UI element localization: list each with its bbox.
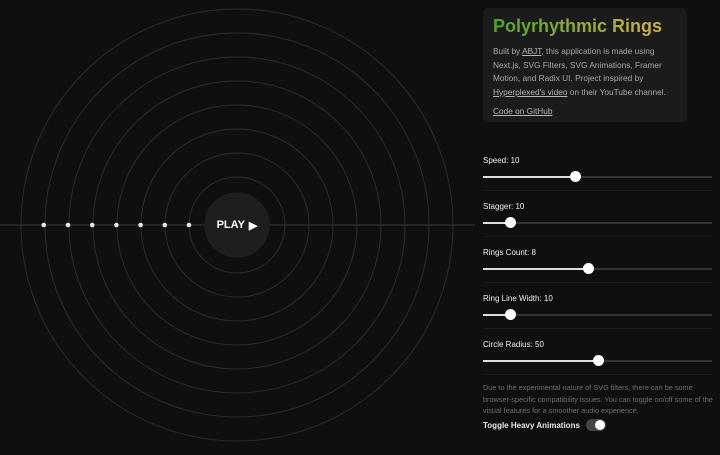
- slider-fill: [483, 360, 598, 362]
- slider-label: Rings Count: 8: [483, 248, 536, 257]
- divider: [483, 236, 712, 237]
- compatibility-note: Due to the experimental nature of SVG fi…: [483, 383, 713, 415]
- play-label: PLAY: [216, 219, 245, 231]
- divider: [483, 328, 712, 329]
- slider-track[interactable]: [483, 355, 712, 366]
- divider: [483, 282, 712, 283]
- ring-dot: [186, 222, 192, 228]
- author-link[interactable]: ABJT: [522, 46, 541, 56]
- desc-text: Built by: [493, 46, 523, 56]
- slider-control: Rings Count: 8: [483, 248, 712, 274]
- slider-track[interactable]: [483, 309, 712, 320]
- slider-track[interactable]: [483, 171, 712, 182]
- description: Built by ABJT, this application is made …: [493, 45, 677, 99]
- slider-fill: [483, 268, 589, 270]
- ring-dot: [89, 222, 95, 228]
- info-card: Polyrhythmic Rings Built by ABJT, this a…: [483, 8, 687, 122]
- slider-label: Circle Radius: 50: [483, 340, 544, 349]
- heavy-animations-toggle-row: Toggle Heavy Animations: [483, 419, 606, 431]
- slider-thumb[interactable]: [569, 171, 581, 182]
- divider: [483, 374, 712, 375]
- desc-text: on their YouTube channel.: [567, 86, 666, 97]
- slider-thumb[interactable]: [583, 263, 595, 274]
- toggle-label: Toggle Heavy Animations: [483, 420, 580, 430]
- slider-track[interactable]: [483, 217, 712, 228]
- ring-dot: [138, 222, 143, 228]
- slider-thumb[interactable]: [505, 217, 517, 228]
- github-link[interactable]: Code on GitHub: [493, 106, 677, 116]
- play-button[interactable]: PLAY ▶: [205, 193, 269, 257]
- heavy-animations-switch[interactable]: [585, 419, 606, 431]
- ring-dot: [65, 222, 71, 228]
- video-link[interactable]: Hyperplexed's video: [493, 87, 567, 97]
- ring-dot: [114, 222, 119, 228]
- rings-stage: PLAY ▶: [0, 0, 475, 450]
- ring-dot: [41, 222, 47, 228]
- slider-control: Speed: 10: [483, 156, 712, 182]
- divider: [483, 190, 712, 191]
- play-icon: ▶: [248, 219, 258, 232]
- switch-knob: [594, 420, 605, 430]
- slider-label: Speed: 10: [483, 156, 520, 165]
- ring-dot: [162, 222, 168, 228]
- slider-control: Ring Line Width: 10: [483, 294, 712, 320]
- slider-label: Ring Line Width: 10: [483, 294, 553, 303]
- slider-thumb[interactable]: [592, 355, 604, 366]
- slider-label: Stagger: 10: [483, 202, 525, 211]
- slider-control: Circle Radius: 50: [483, 340, 712, 366]
- app-title: Polyrhythmic Rings: [493, 16, 677, 37]
- slider-fill: [483, 176, 575, 178]
- slider-thumb[interactable]: [505, 309, 517, 320]
- slider-track[interactable]: [483, 263, 712, 274]
- slider-control: Stagger: 10: [483, 202, 712, 228]
- control-panel: Polyrhythmic Rings Built by ABJT, this a…: [475, 0, 720, 450]
